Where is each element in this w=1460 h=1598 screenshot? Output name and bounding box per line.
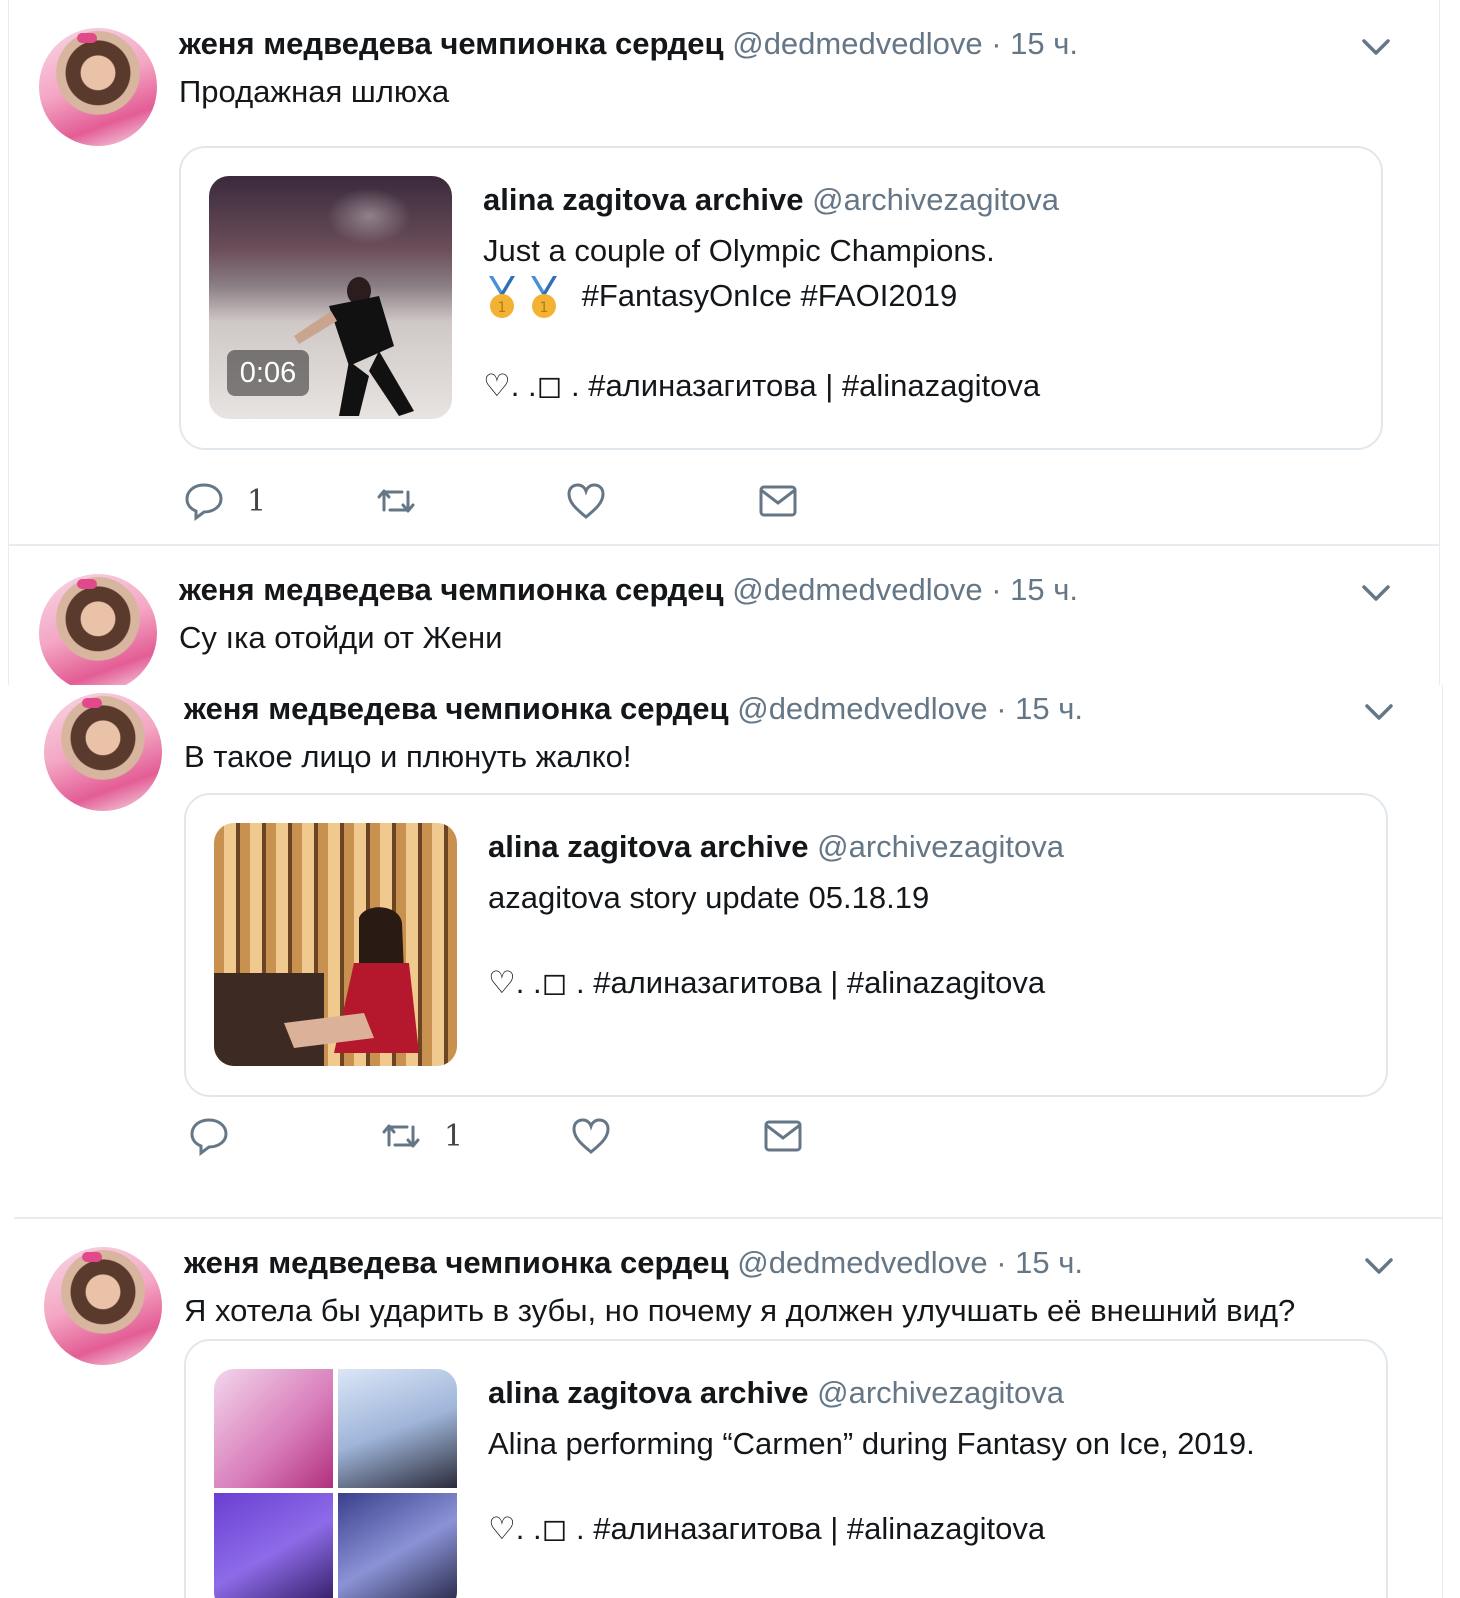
quoted-tweet-card[interactable]: 0:06 alina zagitova archive @archivezagi…	[179, 146, 1383, 450]
video-duration: 0:06	[227, 350, 309, 396]
timeline-segment-2: женя медведева чемпионка сердец @dedmedv…	[14, 685, 1443, 1598]
card-handle: @archivezagitova	[817, 829, 1064, 864]
user-handle[interactable]: @dedmedvedlove	[737, 1245, 987, 1280]
tweet[interactable]: женя медведева чемпионка сердец @dedmedv…	[14, 685, 1442, 1195]
user-handle[interactable]: @dedmedvedlove	[737, 691, 987, 726]
card-text-line: Alina performing “Carmen” during Fantasy…	[488, 1426, 1255, 1461]
separator-dot: ·	[987, 691, 1016, 726]
card-text-line: azagitova story update 05.18.19	[488, 880, 930, 915]
card-tags: ♡. .◻ . #алиназагитова | #alinazagitova	[488, 1511, 1046, 1546]
chevron-down-icon[interactable]	[1364, 701, 1394, 723]
avatar[interactable]	[44, 1247, 162, 1365]
tweet-text: Продажная шлюха	[179, 74, 450, 109]
grid-photo[interactable]	[214, 1493, 333, 1598]
chevron-down-icon[interactable]	[1361, 36, 1391, 58]
display-name[interactable]: женя медведева чемпионка сердец	[179, 26, 724, 61]
card-handle: @archivezagitova	[817, 1375, 1064, 1410]
photo-grid[interactable]	[214, 1369, 457, 1598]
tweet-header: женя медведева чемпионка сердец @dedmedv…	[179, 572, 1078, 608]
retweet-count: 1	[444, 1118, 464, 1154]
card-tags: ♡. .◻ . #алиназагитова | #alinazagitova	[483, 368, 1041, 403]
tweet-time[interactable]: 15 ч.	[1015, 691, 1083, 726]
timeline-segment-1: женя медведева чемпионка сердец @dedmedv…	[8, 0, 1440, 685]
tweet[interactable]: женя медведева чемпионка сердец @dedmedv…	[9, 546, 1439, 685]
svg-text:1: 1	[498, 300, 507, 316]
tweet-text: В такое лицо и плюнуть жалко!	[184, 739, 632, 774]
tweet[interactable]: женя медведева чемпионка сердец @dedmedv…	[14, 1219, 1442, 1598]
dm-button[interactable]	[757, 480, 799, 522]
user-handle[interactable]: @dedmedvedlove	[732, 572, 982, 607]
card-text-line: 1 1 #FantasyOnIce #FAOI2019	[483, 273, 1361, 320]
avatar[interactable]	[39, 574, 157, 685]
tweet-header: женя медведева чемпионка сердец @dedmedv…	[179, 26, 1078, 62]
chevron-down-icon[interactable]	[1361, 582, 1391, 604]
grid-photo[interactable]	[338, 1369, 457, 1488]
tweet-time[interactable]: 15 ч.	[1015, 1245, 1083, 1280]
quoted-tweet-card[interactable]: alina zagitova archive @archivezagitova …	[184, 1339, 1388, 1598]
like-button[interactable]	[565, 480, 629, 522]
reply-icon	[190, 1118, 228, 1156]
separator-dot: ·	[987, 1245, 1016, 1280]
dm-icon	[759, 485, 797, 517]
grid-photo[interactable]	[214, 1369, 333, 1488]
reply-button[interactable]	[188, 1115, 252, 1157]
tweet-actions: 1	[179, 480, 879, 530]
card-tags: ♡. .◻ . #алиназагитова | #alinazagitova	[488, 965, 1046, 1000]
like-button[interactable]	[570, 1115, 634, 1157]
chevron-down-icon[interactable]	[1364, 1255, 1394, 1277]
avatar[interactable]	[39, 28, 157, 146]
display-name[interactable]: женя медведева чемпионка сердец	[184, 1245, 729, 1280]
like-icon	[572, 1118, 610, 1154]
separator-dot: ·	[982, 26, 1011, 61]
card-hashtags[interactable]: #FantasyOnIce #FAOI2019	[582, 278, 958, 313]
tweet-time[interactable]: 15 ч.	[1010, 572, 1078, 607]
tweet-header: женя медведева чемпионка сердец @dedmedv…	[184, 1245, 1083, 1281]
retweet-icon	[377, 489, 415, 513]
card-handle: @archivezagitova	[812, 182, 1059, 217]
person-photo	[214, 907, 419, 1066]
like-icon	[567, 483, 605, 519]
retweet-icon	[382, 1124, 420, 1148]
card-content: alina zagitova archive @archivezagitova …	[488, 829, 1366, 920]
tweet-header: женя медведева чемпионка сердец @dedmedv…	[184, 691, 1083, 727]
svg-text:1: 1	[540, 300, 549, 316]
medal-icon: 1	[489, 275, 515, 318]
card-image[interactable]	[214, 823, 457, 1066]
quoted-tweet-card[interactable]: alina zagitova archive @archivezagitova …	[184, 793, 1388, 1097]
tweet-actions: 1	[184, 1115, 884, 1165]
card-text-line: Just a couple of Olympic Champions.	[483, 233, 995, 268]
card-content: alina zagitova archive @archivezagitova …	[483, 182, 1361, 320]
tweet-time[interactable]: 15 ч.	[1010, 26, 1078, 61]
user-handle[interactable]: @dedmedvedlove	[732, 26, 982, 61]
card-display-name: alina zagitova archive	[483, 182, 804, 217]
video-thumbnail[interactable]: 0:06	[209, 176, 452, 419]
card-display-name: alina zagitova archive	[488, 1375, 809, 1410]
reply-count: 1	[247, 483, 267, 519]
dm-button[interactable]	[762, 1115, 804, 1157]
grid-photo[interactable]	[338, 1493, 457, 1598]
medal-icon: 1	[531, 275, 557, 318]
reply-button[interactable]: 1	[183, 480, 266, 522]
reply-icon	[185, 483, 223, 521]
dm-icon	[764, 1120, 802, 1152]
card-content: alina zagitova archive @archivezagitova …	[488, 1375, 1366, 1466]
display-name[interactable]: женя медведева чемпионка сердец	[184, 691, 729, 726]
retweet-button[interactable]	[375, 480, 439, 522]
display-name[interactable]: женя медведева чемпионка сердец	[179, 572, 724, 607]
retweet-button[interactable]: 1	[380, 1115, 463, 1157]
tweet-text: Су ıка отойди от Жени	[179, 620, 503, 655]
tweet[interactable]: женя медведева чемпионка сердец @dedmedv…	[9, 0, 1439, 548]
card-display-name: alina zagitova archive	[488, 829, 809, 864]
separator-dot: ·	[982, 572, 1011, 607]
tweet-text: Я хотела бы ударить в зубы, но почему я …	[184, 1293, 1296, 1328]
avatar[interactable]	[44, 693, 162, 811]
